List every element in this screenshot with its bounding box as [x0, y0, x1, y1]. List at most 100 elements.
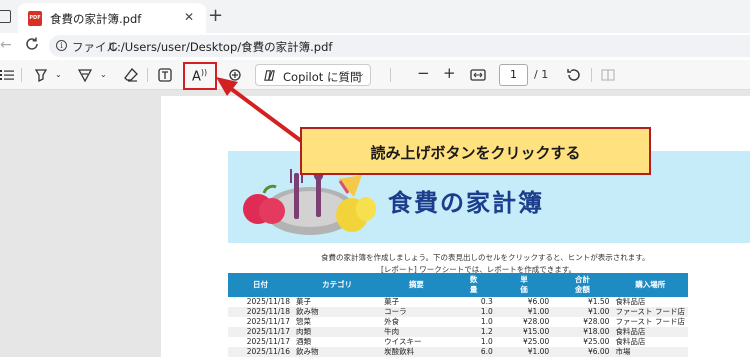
- window-menu-icon[interactable]: [0, 10, 11, 23]
- column-header: カテゴリ: [292, 273, 382, 297]
- column-header: 合計金額: [552, 273, 613, 297]
- header-text: 単価: [520, 275, 528, 294]
- back-arrow-icon[interactable]: ←: [0, 37, 12, 53]
- intro-text: 食費の家計簿を作成しましょう。下の表見出しのセルをクリックすると、ヒントが表示さ…: [321, 253, 650, 262]
- cell-category: 菓子: [295, 297, 311, 306]
- cell-description: ウイスキー: [384, 337, 422, 346]
- rotate-icon[interactable]: [566, 67, 581, 82]
- toolbar-divider: [390, 68, 391, 82]
- cell-date: 2025/11/17: [246, 317, 290, 326]
- cell-category: 肉類: [292, 327, 382, 337]
- zoom-out-icon[interactable]: −: [417, 64, 430, 82]
- cell-unit-price: ¥1.00: [495, 307, 553, 317]
- cell-unit-price: ¥28.00: [522, 317, 550, 326]
- chevron-down-icon: ⌄: [358, 69, 365, 78]
- cell-unit-price: ¥1.00: [495, 347, 553, 357]
- cell-quantity: 1.2: [451, 327, 496, 337]
- cell-quantity: 1.0: [480, 317, 493, 326]
- two-page-view-icon[interactable]: [601, 68, 615, 82]
- cell-description: 炭酸飲料: [381, 347, 452, 357]
- cell-store: 食料品店: [615, 297, 646, 306]
- cell-store: 食料品店: [612, 327, 688, 337]
- table-row: 2025/11/18 菓子 菓子 0.3 ¥6.00 ¥1.50 食料品店: [228, 297, 688, 307]
- document-title: 食費の家計簿: [388, 189, 544, 217]
- cell-quantity: 1.0: [451, 307, 496, 317]
- zoom-in-icon[interactable]: +: [443, 64, 456, 82]
- cell-quantity: 6.0: [451, 347, 496, 357]
- cell-date: 2025/11/16: [228, 347, 293, 357]
- table-row: 2025/11/17 酒類 ウイスキー 1.0 ¥25.00 ¥25.00 食料…: [228, 337, 688, 347]
- table-row: 2025/11/16 飲み物 炭酸飲料 6.0 ¥1.00 ¥6.00 市場: [228, 347, 688, 357]
- table-row: 2025/11/18 飲み物 コーラ 1.0 ¥1.00 ¥1.00 ファースト…: [228, 307, 688, 317]
- table-header-row: 日付 カテゴリ 摘要 数量 単価 合計金額 購入場所: [228, 273, 688, 297]
- column-header: 日付: [228, 273, 293, 297]
- cell-description: 菓子: [384, 297, 400, 306]
- text-box-icon[interactable]: [158, 68, 172, 82]
- cell-date: 2025/11/17: [246, 337, 290, 346]
- fit-page-icon[interactable]: [470, 68, 486, 82]
- cell-total: ¥1.00: [552, 307, 613, 317]
- cell-category: 飲み物: [292, 347, 382, 357]
- cell-store: 食料品店: [615, 337, 646, 346]
- highlighter-icon[interactable]: [34, 68, 48, 82]
- address-bar[interactable]: i ファイル C:/Users/user/Desktop/食費の家計簿.pdf: [49, 35, 750, 57]
- copilot-ask-button[interactable]: Copilot に質問 ⌄: [255, 64, 371, 86]
- cell-total: ¥18.00: [552, 327, 613, 337]
- cell-total: ¥6.00: [552, 347, 613, 357]
- header-text: 合計金額: [574, 275, 590, 294]
- navigation-bar: ← i ファイル C:/Users/user/Desktop/食費の家計簿.pd…: [0, 33, 750, 60]
- cell-quantity: 0.3: [480, 297, 493, 306]
- chevron-down-icon[interactable]: ⌄: [100, 70, 107, 79]
- toolbar-divider: [21, 68, 22, 82]
- read-aloud-icon: A)): [192, 68, 208, 85]
- cell-description: 外食: [384, 317, 400, 326]
- column-header: 単価: [495, 273, 553, 297]
- toolbar-divider: [591, 68, 592, 82]
- contents-list-icon[interactable]: [0, 69, 14, 81]
- header-text: 数量: [469, 275, 478, 294]
- cell-total: ¥1.50: [587, 297, 610, 306]
- pdf-toolbar: ⌄ ⌄ A)) Copilot に質問 ⌄ − + 1 / 1: [0, 60, 750, 90]
- info-icon[interactable]: i: [56, 40, 67, 51]
- cell-date: 2025/11/18: [246, 297, 290, 306]
- cell-date: 2025/11/18: [228, 307, 293, 317]
- cell-total: ¥25.00: [583, 337, 610, 346]
- cell-unit-price: ¥6.00: [527, 297, 550, 306]
- cell-category: 酒類: [295, 337, 311, 346]
- chevron-down-icon[interactable]: ⌄: [55, 70, 62, 79]
- copilot-label: Copilot に質問: [283, 70, 362, 84]
- cell-total: ¥28.00: [583, 317, 610, 326]
- tab-strip: PDF 食費の家計簿.pdf ✕ +: [0, 0, 750, 33]
- cell-store: ファースト フード店: [612, 307, 688, 317]
- callout-text: 読み上げボタンをクリックする: [370, 144, 581, 162]
- page-number-input[interactable]: 1: [499, 64, 528, 86]
- instruction-callout: 読み上げボタンをクリックする: [300, 127, 651, 175]
- cell-category: 惣菜: [295, 317, 311, 326]
- cell-date: 2025/11/17: [228, 327, 293, 337]
- tab-active[interactable]: PDF 食費の家計簿.pdf ✕: [18, 3, 206, 33]
- draw-pen-icon[interactable]: [78, 68, 92, 82]
- cell-unit-price: ¥25.00: [522, 337, 550, 346]
- cell-description: 牛肉: [381, 327, 452, 337]
- cell-store: 市場: [612, 347, 688, 357]
- cell-store: ファースト フード店: [615, 317, 685, 326]
- read-aloud-button[interactable]: A)): [183, 62, 217, 90]
- column-header: 摘要: [381, 273, 452, 297]
- column-header: 数量: [451, 273, 496, 297]
- address-url[interactable]: C:/Users/user/Desktop/食費の家計簿.pdf: [109, 39, 332, 55]
- table-row: 2025/11/17 肉類 牛肉 1.2 ¥15.00 ¥18.00 食料品店: [228, 327, 688, 337]
- table-row: 2025/11/17 惣菜 外食 1.0 ¥28.00 ¥28.00 ファースト…: [228, 317, 688, 327]
- close-tab-icon[interactable]: ✕: [184, 10, 194, 24]
- pdf-file-icon: PDF: [28, 11, 42, 26]
- cell-unit-price: ¥15.00: [495, 327, 553, 337]
- tab-title: 食費の家計簿.pdf: [50, 12, 142, 26]
- add-text-icon[interactable]: [228, 68, 242, 82]
- eraser-icon[interactable]: [124, 68, 138, 82]
- toolbar-divider: [147, 68, 148, 82]
- page-total: / 1: [534, 68, 549, 81]
- reload-icon[interactable]: [24, 36, 40, 52]
- new-tab-button[interactable]: +: [208, 5, 223, 27]
- copilot-icon: [264, 70, 275, 81]
- cell-description: コーラ: [381, 307, 452, 317]
- cell-category: 飲み物: [292, 307, 382, 317]
